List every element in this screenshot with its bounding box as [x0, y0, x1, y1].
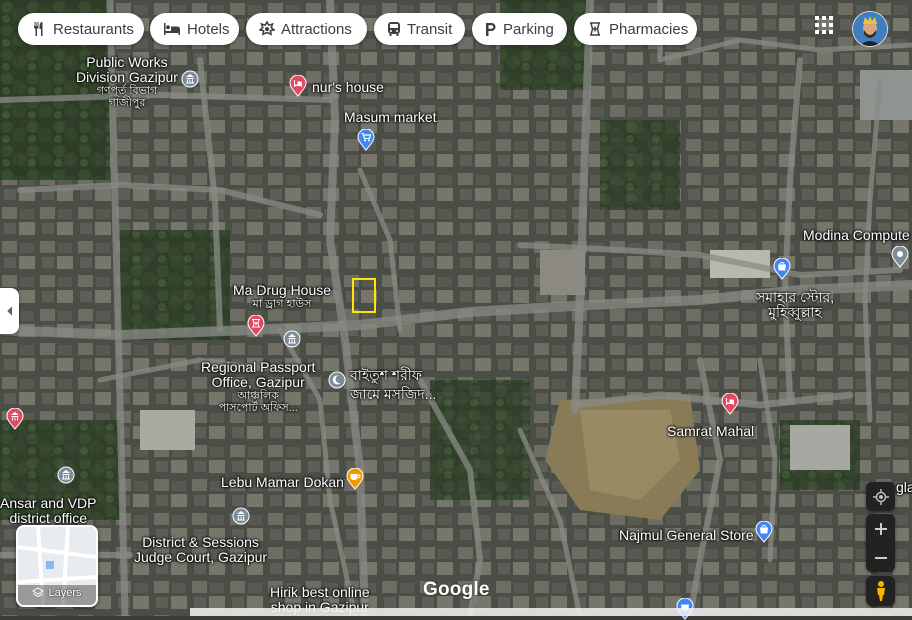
label-line: Division Gazipur	[76, 69, 178, 85]
label-najmul-store[interactable]: Najmul General Store	[619, 528, 754, 543]
camera-icon	[259, 21, 275, 36]
museum-pin-icon-2[interactable]	[6, 408, 24, 430]
government-pin-icon[interactable]	[283, 330, 301, 352]
label-line-bn: আঞ্চলিক	[237, 390, 279, 402]
label-line-bn: পাসপোর্ট অফিস...	[218, 402, 298, 414]
pegman-icon	[876, 581, 885, 601]
museum-pin-icon[interactable]	[181, 70, 199, 92]
chip-label: Parking	[503, 20, 554, 38]
label-passport-office[interactable]: Regional Passport Office, Gazipur আঞ্চলি…	[201, 359, 316, 415]
label-line-bn: মা ড্রাগ হাউস	[252, 298, 312, 310]
hotel-pin-icon[interactable]	[289, 75, 307, 97]
label-line: Public Works	[86, 54, 168, 70]
label-lebu-mamar[interactable]: Lebu Mamar Dokan	[221, 475, 344, 490]
label-modina[interactable]: Modina Compute	[803, 228, 910, 243]
parking-icon	[486, 22, 496, 36]
layers-label-row: Layers	[18, 587, 96, 599]
bus-icon	[388, 22, 400, 36]
attribution-bar	[190, 608, 912, 616]
label-ansar-vdp[interactable]: Ansar and VDP district office	[0, 496, 97, 526]
label-line: District & Sessions	[142, 534, 259, 550]
label-public-works[interactable]: Public Works Division Gazipur গণপূর্ত বি…	[76, 54, 178, 110]
my-location-icon	[872, 488, 889, 505]
label-line: Office, Gazipur	[211, 374, 305, 390]
chip-label: Hotels	[187, 20, 230, 38]
chip-label: Transit	[407, 20, 453, 38]
chip-label: Attractions	[281, 20, 352, 38]
fork-knife-icon	[34, 22, 43, 36]
my-location-button[interactable]	[866, 482, 895, 511]
zoom-out-button[interactable]	[866, 543, 895, 572]
pharmacy-icon	[590, 22, 600, 36]
chip-hotels[interactable]: Hotels	[150, 13, 239, 45]
chip-label: Restaurants	[53, 20, 134, 38]
minus-icon	[874, 556, 887, 559]
label-line: Ma Drug House	[233, 282, 332, 298]
chip-label: Pharmacies	[609, 20, 689, 38]
layers-label: Layers	[48, 587, 82, 599]
label-line-bn: গাজীপুর	[108, 97, 146, 109]
zoom-in-button[interactable]	[866, 514, 895, 543]
chip-pharmacies[interactable]: Pharmacies	[574, 13, 697, 45]
label-ma-drug-house[interactable]: Ma Drug House মা ড্রাগ হাউস	[233, 282, 332, 311]
hotel-pin-icon-2[interactable]	[721, 393, 739, 415]
label-line: Judge Court, Gazipur	[134, 549, 268, 565]
label-district-court[interactable]: District & Sessions Judge Court, Gazipur	[134, 535, 267, 565]
label-line: বাইতুশ শরীফ	[350, 367, 423, 383]
place-pin-icon[interactable]	[891, 246, 909, 268]
account-avatar[interactable]	[852, 11, 888, 47]
chip-attractions[interactable]: Attractions	[246, 13, 367, 45]
google-logo: Google	[423, 579, 490, 600]
layers-button[interactable]: Layers	[16, 525, 98, 607]
plus-icon	[874, 522, 887, 535]
label-line: সমাহার স্টোর,	[756, 289, 835, 305]
label-line: মুহিব্বুল্লাহ	[768, 304, 822, 320]
label-line: Regional Passport	[201, 359, 316, 375]
label-line: district office	[9, 510, 88, 526]
court-pin-icon[interactable]	[232, 507, 250, 529]
layers-icon	[32, 587, 45, 598]
pharmacy-pin-icon[interactable]	[247, 315, 265, 337]
label-masum-market[interactable]: Masum market	[344, 110, 437, 125]
government-pin-icon-2[interactable]	[57, 466, 75, 488]
cafe-pin-icon[interactable]	[346, 468, 364, 490]
selection-box	[352, 278, 376, 313]
label-samrat-mahal[interactable]: Samrat Mahal	[667, 424, 754, 439]
shopping-bag-pin-icon-2[interactable]	[755, 521, 773, 543]
apps-grid-icon[interactable]	[812, 13, 836, 37]
avatar-icon	[853, 12, 887, 46]
shopping-cart-pin-icon[interactable]	[357, 129, 375, 151]
chip-restaurants[interactable]: Restaurants	[18, 13, 144, 45]
collapse-side-panel-button[interactable]	[0, 288, 19, 334]
label-mosque[interactable]: বাইতুশ শরীফ জামে মসজিদ...	[350, 368, 436, 402]
mosque-pin-icon[interactable]	[328, 371, 346, 393]
bed-icon	[164, 23, 180, 35]
label-line: Ansar and VDP	[0, 495, 97, 511]
label-nurs-house[interactable]: nur's house	[312, 80, 384, 95]
zoom-control	[866, 514, 895, 572]
label-line: Hirik best online	[270, 584, 370, 600]
chevron-left-icon	[6, 306, 12, 316]
label-samahar-store[interactable]: সমাহার স্টোর, মুহিব্বুল্লাহ	[756, 290, 834, 320]
chip-transit[interactable]: Transit	[374, 13, 465, 45]
label-line: জামে মসজিদ...	[350, 386, 437, 402]
label-right-edge[interactable]: gla	[896, 480, 912, 495]
label-line-bn: গণপূর্ত বিভাগ	[96, 85, 158, 97]
pegman-button[interactable]	[866, 576, 895, 606]
chip-parking[interactable]: Parking	[472, 13, 567, 45]
shopping-bag-pin-icon[interactable]	[773, 258, 791, 280]
